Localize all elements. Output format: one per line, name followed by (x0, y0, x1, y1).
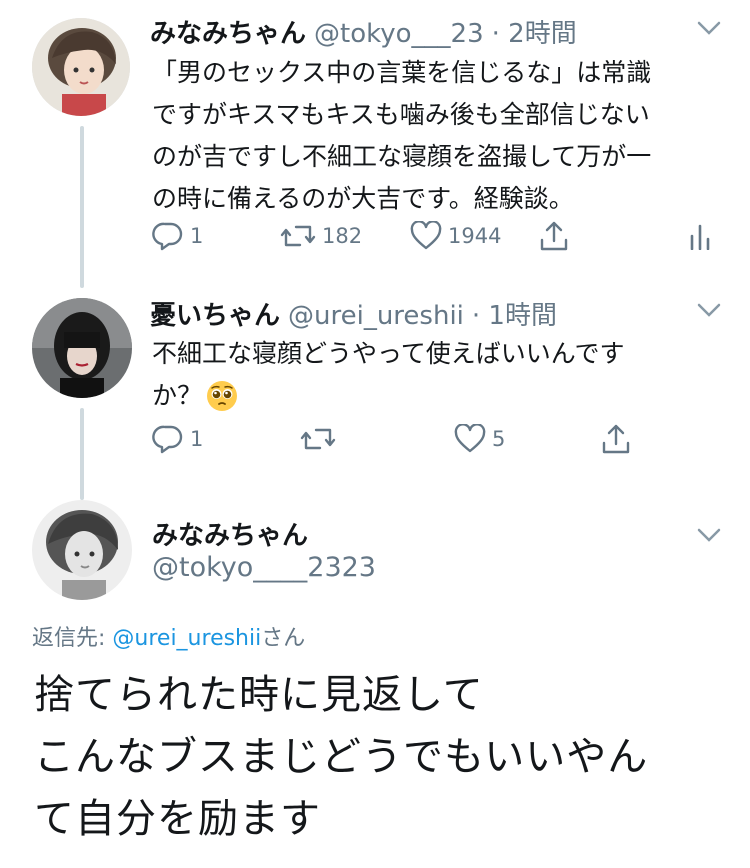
retweet-button[interactable] (300, 424, 336, 454)
retweet-icon (280, 225, 316, 247)
tweet-body: 捨てられた時に見返して こんなブスまじどうでもいいやん て自分を励ます (34, 664, 734, 850)
timestamp[interactable]: · 1時間 (472, 295, 557, 332)
reply-to-handle-link[interactable]: @urei_ureshii (112, 626, 261, 651)
tweet-line: か？ (152, 381, 203, 410)
display-name[interactable]: 憂いちゃん (150, 295, 280, 332)
like-count: 1944 (448, 224, 502, 248)
share-button[interactable] (538, 220, 570, 252)
retweet-icon (300, 428, 336, 450)
share-icon (602, 424, 630, 454)
handle[interactable]: @urei_ureshii (288, 301, 464, 331)
reply-button[interactable]: 1 (152, 221, 203, 251)
avatar-minami[interactable] (32, 18, 130, 116)
reply-to-prefix: 返信先: (32, 626, 113, 651)
reply-to-suffix: さん (261, 626, 306, 651)
tweet-line: の時に備えるのが大吉です。経験談。 (152, 184, 574, 213)
reply-button[interactable]: 1 (152, 424, 203, 454)
handle[interactable]: @tokyo___23 (314, 19, 484, 49)
share-icon (540, 221, 568, 251)
handle[interactable]: @tokyo____2323 (152, 552, 376, 583)
display-name[interactable]: みなみちゃん (150, 13, 306, 50)
reply-to: 返信先: @urei_ureshiiさん (32, 620, 305, 652)
tweet-line: 捨てられた時に見返して (34, 672, 484, 718)
reply-count: 1 (190, 224, 204, 248)
tweet-line: こんなブスまじどうでもいいやん (34, 734, 649, 780)
heart-icon (410, 221, 442, 250)
tweet-line: 「男のセックス中の言葉を信じるな」は常識 (152, 58, 652, 87)
chevron-down-icon[interactable] (697, 527, 721, 547)
analytics-icon (690, 224, 710, 250)
avatar-minami[interactable] (32, 500, 132, 600)
tweet-line: のが吉ですし不細工な寝顔を盗撮して万が一 (152, 142, 652, 171)
retweet-count: 182 (322, 224, 363, 248)
retweet-button[interactable]: 182 (280, 221, 362, 251)
display-name[interactable]: みなみちゃん (152, 515, 308, 552)
tweet-body: 不細工な寝顔どうやって使えばいいんです か？ (152, 333, 742, 417)
avatar-urei[interactable] (32, 298, 132, 398)
tweet-body: 「男のセックス中の言葉を信じるな」は常識 ですがキスマもキスも噛み後も全部信じな… (152, 52, 742, 220)
tweet-line: ですがキスマもキスも噛み後も全部信じない (152, 100, 650, 129)
reply-icon (152, 222, 183, 251)
thread-line-1 (80, 126, 84, 288)
share-button[interactable] (600, 423, 632, 455)
like-button[interactable]: 5 (454, 424, 505, 454)
timestamp[interactable]: · 2時間 (492, 13, 577, 50)
reply-icon (152, 425, 183, 454)
thread-line-2 (80, 408, 84, 500)
tweet-line: 不細工な寝顔どうやって使えばいいんです (152, 339, 625, 368)
chevron-down-icon[interactable] (697, 20, 721, 40)
tweet-line: て自分を励ます (34, 796, 321, 842)
heart-icon (454, 424, 486, 453)
analytics-button[interactable] (689, 222, 711, 250)
pleading-face-emoji (206, 380, 238, 412)
like-count: 5 (492, 427, 506, 451)
reply-count: 1 (190, 427, 204, 451)
chevron-down-icon[interactable] (697, 302, 721, 322)
like-button[interactable]: 1944 (410, 221, 501, 251)
